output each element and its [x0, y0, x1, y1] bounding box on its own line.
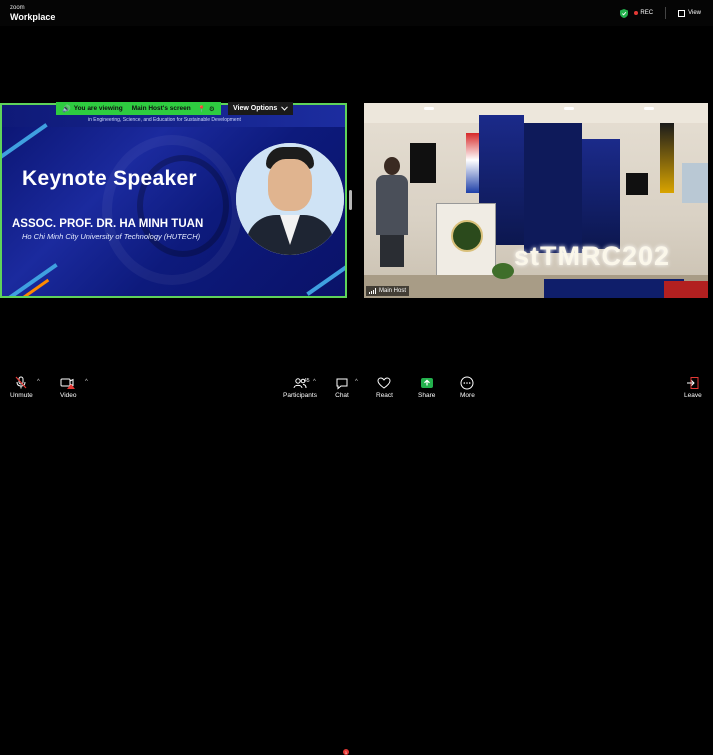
- leave-label: Leave: [684, 392, 702, 399]
- view-options-button[interactable]: View Options: [228, 102, 294, 115]
- top-right-controls: REC View: [620, 7, 701, 19]
- heart-icon: [377, 377, 391, 389]
- participants-button[interactable]: Participants: [283, 376, 317, 399]
- share-screen-icon: [420, 378, 433, 388]
- participants-count: 45: [304, 378, 310, 384]
- top-bar: zoom Workplace REC View: [0, 0, 713, 26]
- logo-large-text: Workplace: [10, 12, 56, 22]
- chat-button[interactable]: Chat: [335, 376, 349, 399]
- share-label: Share: [418, 392, 436, 399]
- react-button[interactable]: React: [376, 376, 393, 399]
- settings-icon: ⚙: [208, 105, 215, 113]
- participants-options-caret[interactable]: ^: [313, 379, 316, 385]
- speaker-icon: 🔊: [62, 105, 71, 113]
- view-label: View: [688, 10, 701, 16]
- chevron-down-icon: [281, 106, 289, 111]
- slide-affiliation: Ho Chi Minh City University of Technolog…: [22, 232, 201, 241]
- speaker-photo: [236, 143, 344, 255]
- video-options-caret[interactable]: ^: [85, 379, 88, 385]
- slide-decoration: [306, 258, 345, 296]
- video-button[interactable]: Video: [60, 376, 77, 399]
- audio-options-caret[interactable]: ^: [37, 379, 40, 385]
- chat-label: Chat: [335, 392, 349, 399]
- chat-options-caret[interactable]: ^: [355, 379, 358, 385]
- unmute-button[interactable]: Unmute: [10, 376, 33, 399]
- divider: [665, 7, 667, 19]
- banner-prefix: You are viewing: [73, 105, 123, 112]
- view-options-label: View Options: [233, 105, 278, 112]
- microphone-muted-icon: [15, 376, 27, 389]
- slide-speaker-name: ASSOC. PROF. DR. HA MINH TUAN: [12, 218, 204, 230]
- more-label: More: [460, 392, 475, 399]
- record-dot-icon: [634, 11, 639, 15]
- recording-indicator[interactable]: REC: [634, 10, 653, 16]
- view-layout-icon: [678, 9, 686, 17]
- leave-button[interactable]: Leave: [684, 376, 702, 399]
- encryption-shield-icon[interactable]: [620, 8, 629, 18]
- meeting-toolbar: Unmute ^ Video ^ Participants 45 ^ Chat …: [0, 373, 713, 755]
- view-button[interactable]: View: [678, 9, 701, 17]
- more-options-icon: [460, 376, 474, 390]
- participant-video-tile[interactable]: stTMRC202: [364, 103, 708, 298]
- chat-icon: [336, 378, 348, 390]
- share-button[interactable]: Share: [418, 376, 435, 399]
- stage-letters: stTMRC202: [514, 241, 671, 271]
- video-camera-off-icon: [60, 378, 76, 389]
- chat-unread-badge: 1: [343, 749, 349, 755]
- banner-host: Main Host's screen: [131, 105, 191, 112]
- recording-label: REC: [640, 10, 654, 16]
- viewing-screen-banner: 🔊 You are viewing Main Host's screen 📍 ⚙: [56, 102, 221, 115]
- more-button[interactable]: More: [460, 376, 475, 399]
- zoom-workplace-logo: zoom Workplace: [10, 4, 56, 22]
- shared-screen[interactable]: in Engineering, Science, and Education f…: [0, 103, 347, 298]
- pin-icon: 📍: [197, 105, 206, 113]
- video-label: Video: [60, 392, 77, 399]
- split-resize-handle[interactable]: [349, 190, 352, 210]
- participants-label: Participants: [283, 392, 317, 399]
- slide-conference-line: in Engineering, Science, and Education f…: [88, 117, 241, 123]
- slide-decoration: [2, 123, 48, 161]
- react-label: React: [376, 392, 393, 399]
- signal-strength-icon: [369, 288, 376, 294]
- unmute-label: Unmute: [10, 392, 33, 399]
- participant-name: Main Host: [379, 288, 407, 294]
- slide-heading: Keynote Speaker: [22, 167, 197, 190]
- leave-door-icon: [686, 377, 699, 389]
- logo-small-text: zoom: [10, 5, 25, 11]
- participant-name-label: Main Host: [366, 286, 410, 296]
